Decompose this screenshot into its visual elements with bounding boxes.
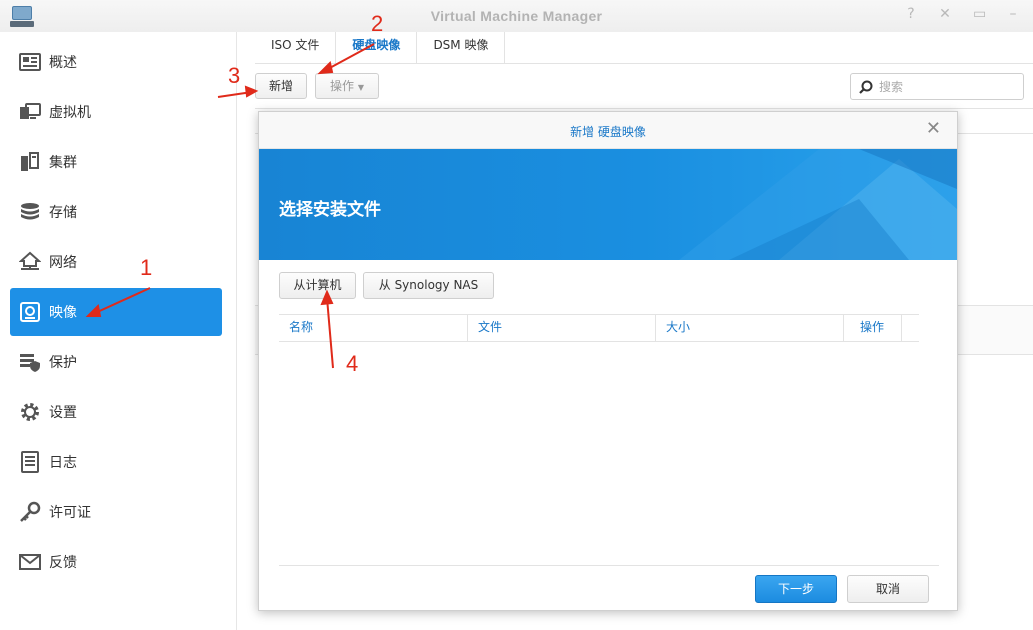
column-size[interactable]: 大小 [656, 315, 844, 341]
sidebar-item-vm[interactable]: 虚拟机 [10, 88, 222, 136]
overview-icon [19, 53, 41, 71]
search-icon [859, 80, 873, 94]
next-button[interactable]: 下一步 [755, 575, 837, 603]
from-computer-button[interactable]: 从计算机 [279, 272, 356, 299]
network-icon [19, 251, 41, 270]
annotation-number-4: 4 [346, 351, 359, 376]
minimize-icon[interactable]: – [1007, 7, 1019, 21]
tab-dsm-image[interactable]: DSM 映像 [417, 32, 506, 63]
chevron-down-icon: ▼ [357, 83, 364, 92]
sidebar-item-label: 映像 [49, 305, 77, 321]
dialog-banner: 选择安装文件 [259, 149, 957, 260]
sidebar-item-storage[interactable]: 存储 [10, 188, 222, 236]
file-grid-header: 名称 文件 大小 操作 [279, 314, 919, 342]
key-icon [20, 501, 41, 522]
window-title: Virtual Machine Manager [430, 8, 603, 24]
mail-icon [19, 554, 41, 570]
search-input[interactable]: 搜索 [879, 78, 903, 95]
close-icon[interactable]: ✕ [926, 120, 941, 138]
action-dropdown[interactable]: 操作 ▼ [315, 73, 379, 99]
search-box[interactable]: 搜索 [850, 73, 1024, 100]
dialog-header: 新增 硬盘映像 ✕ [259, 112, 957, 149]
action-label: 操作 [330, 79, 355, 93]
annotation-number-2: 2 [371, 11, 384, 36]
sidebar-item-overview[interactable]: 概述 [10, 38, 222, 86]
sidebar-item-network[interactable]: 网络 [10, 238, 222, 286]
sidebar-item-label: 存储 [49, 205, 77, 221]
sidebar-item-label: 保护 [49, 355, 77, 371]
help-icon[interactable]: ? [905, 7, 917, 21]
sidebar: 概述 虚拟机 集群 存储 网络 映像 保护 设置 日志 许可证 反馈 [0, 32, 237, 630]
sidebar-item-label: 集群 [49, 155, 77, 171]
add-disk-image-dialog: 新增 硬盘映像 ✕ 选择安装文件 从计算机 从 Synology NAS 名称 … [258, 111, 958, 611]
protection-icon [20, 354, 40, 372]
sidebar-item-label: 日志 [49, 455, 77, 471]
sidebar-item-feedback[interactable]: 反馈 [10, 538, 222, 586]
close-icon[interactable]: ✕ [939, 7, 951, 21]
sidebar-item-label: 网络 [49, 255, 77, 271]
from-nas-button[interactable]: 从 Synology NAS [363, 272, 494, 299]
dialog-title: 新增 硬盘映像 [570, 125, 646, 139]
sidebar-item-label: 反馈 [49, 555, 77, 571]
sidebar-item-image[interactable]: 映像 [10, 288, 222, 336]
sidebar-item-label: 许可证 [49, 505, 91, 521]
storage-icon [21, 203, 39, 220]
dialog-heading: 选择安装文件 [279, 200, 381, 220]
image-icon [20, 302, 40, 322]
window-controls: ? ✕ ▭ – [905, 7, 1019, 21]
dialog-footer-divider [279, 565, 939, 566]
gear-icon [21, 403, 39, 421]
log-icon [21, 451, 39, 473]
annotation-arrowhead-2 [317, 61, 334, 75]
column-file[interactable]: 文件 [468, 315, 656, 341]
sidebar-item-settings[interactable]: 设置 [10, 388, 222, 436]
cancel-button[interactable]: 取消 [847, 575, 929, 603]
maximize-icon[interactable]: ▭ [973, 7, 986, 21]
sidebar-item-cluster[interactable]: 集群 [10, 138, 222, 186]
title-bar: Virtual Machine Manager ? ✕ ▭ – [0, 0, 1033, 32]
tab-iso[interactable]: ISO 文件 [255, 32, 337, 63]
cluster-icon [21, 152, 39, 171]
sidebar-item-label: 虚拟机 [49, 105, 91, 121]
annotation-number-1: 1 [140, 255, 153, 280]
vm-icon [20, 103, 41, 119]
sidebar-item-log[interactable]: 日志 [10, 438, 222, 486]
sidebar-item-protection[interactable]: 保护 [10, 338, 222, 386]
sidebar-item-label: 概述 [49, 55, 77, 71]
annotation-number-3: 3 [228, 63, 241, 88]
sidebar-item-label: 设置 [49, 405, 77, 421]
sidebar-item-license[interactable]: 许可证 [10, 488, 222, 536]
create-button[interactable]: 新增 [255, 73, 307, 99]
column-action[interactable]: 操作 [844, 315, 902, 341]
column-name[interactable]: 名称 [279, 315, 468, 341]
